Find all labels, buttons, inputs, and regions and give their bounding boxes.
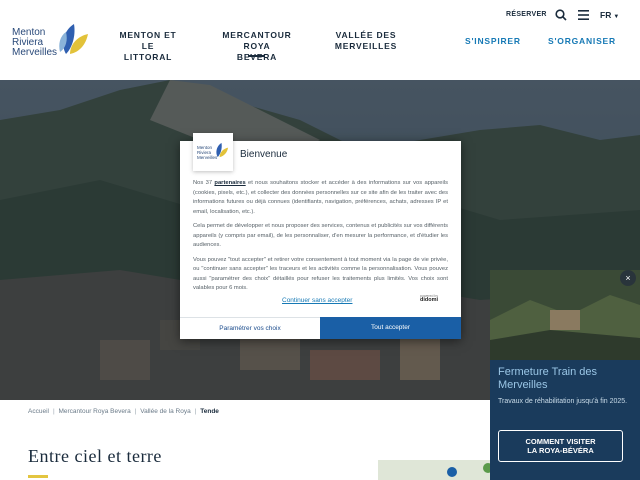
title-accent-bar (28, 475, 48, 478)
site-logo[interactable]: Menton Riviera Merveilles (12, 22, 92, 62)
search-icon[interactable] (555, 9, 567, 21)
partners-link[interactable]: partenaires (214, 180, 245, 186)
consent-paragraph-2: Cela permet de développer et nous propos… (193, 223, 448, 248)
continue-without-accepting-link[interactable]: Continuer sans accepter (282, 297, 352, 304)
consent-dialog: Menton Riviera Merveilles Bienvenue Nos … (180, 133, 461, 339)
accept-all-button[interactable]: Tout accepter (320, 317, 461, 339)
menu-icon[interactable] (578, 10, 589, 20)
settings-button[interactable]: Paramétrer vos choix (180, 317, 320, 339)
promo-title: Fermeture Train des Merveilles (498, 366, 598, 391)
chevron-down-icon: ▼ (613, 14, 620, 20)
inspirer-link[interactable]: S'INSPIRER (465, 36, 521, 46)
language-selector[interactable]: FR ▼ (600, 10, 619, 20)
visit-roya-bevera-button[interactable]: COMMENT VISITER LA ROYA-BÉVÉRA (498, 430, 623, 462)
powered-by-didomi[interactable]: powered by didomi (420, 294, 439, 303)
nav-active-indicator (248, 55, 264, 57)
promo-close-icon[interactable]: × (620, 270, 636, 286)
breadcrumb-mercantour[interactable]: Mercantour Roya Bevera (58, 408, 130, 415)
consent-title: Bienvenue (240, 149, 288, 160)
nav-vallee-merveilles[interactable]: VALLÉE DES MERVEILLES (334, 30, 398, 52)
breadcrumb-current: Tende (200, 408, 219, 415)
consent-logo: Menton Riviera Merveilles (193, 133, 233, 171)
promo-photo (490, 270, 640, 360)
consent-text: Nos 37 partenaires et nous souhaitons st… (193, 179, 448, 291)
breadcrumb-home[interactable]: Accueil (28, 408, 49, 415)
page-title: Entre ciel et terre (28, 446, 162, 466)
breadcrumb-roya[interactable]: Vallée de la Roya (140, 408, 190, 415)
reserver-link[interactable]: RÉSERVER (506, 11, 547, 18)
logo-wordmark: Menton Riviera Merveilles (12, 27, 58, 58)
nav-mercantour-roya-bevera[interactable]: MERCANTOUR ROYA BEVERA (222, 30, 292, 63)
consent-paragraph-1: Nos 37 partenaires et nous souhaitons st… (193, 180, 448, 215)
leaves-logo-icon (59, 24, 88, 54)
promo-description: Travaux de réhabilitation jusqu'à fin 20… (498, 398, 628, 405)
consent-paragraph-3: Vous pouvez "tout accepter" et retirer v… (193, 256, 448, 292)
leaves-logo-icon (216, 142, 229, 158)
site-header: Menton Riviera Merveilles MENTON ET LE L… (0, 0, 640, 80)
nav-menton-littoral[interactable]: MENTON ET LE LITTORAL (118, 30, 178, 63)
didomi-logo: didomi (420, 297, 439, 303)
breadcrumb: Accueil | Mercantour Roya Bevera | Vallée … (28, 408, 219, 415)
organiser-link[interactable]: S'ORGANISER (548, 36, 616, 46)
promo-card: Fermeture Train des Merveilles Travaux d… (490, 270, 640, 480)
